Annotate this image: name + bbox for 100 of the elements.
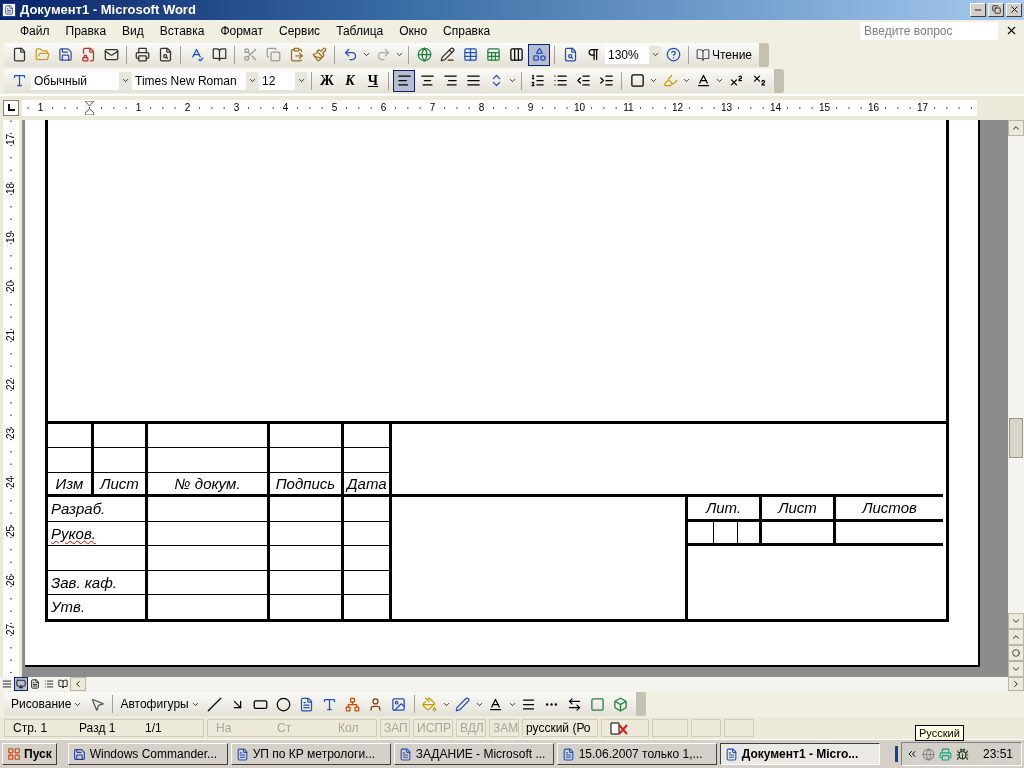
start-button[interactable]: Пуск	[2, 743, 57, 765]
ruler-number: 21	[5, 329, 17, 341]
document-icon	[398, 747, 412, 761]
ruler-number: 9	[526, 101, 535, 113]
font-field[interactable]: Times New Roman	[132, 71, 258, 90]
ruler-number: 17	[5, 133, 17, 145]
ruler-number: 2	[183, 101, 192, 113]
table-header-cell-text: Изм	[54, 474, 85, 492]
ruler-number: 7	[428, 101, 437, 113]
row-label: Руков.	[50, 524, 97, 542]
close-button[interactable]	[1006, 2, 1022, 17]
clock: 23:51	[982, 747, 1013, 761]
table-header-cell-text: Лист	[776, 499, 818, 516]
status-panel	[724, 719, 754, 738]
autoshapes-menu[interactable]: Автофигуры	[117, 693, 203, 716]
taskbar-button[interactable]: Документ1 - Micro...	[719, 743, 880, 765]
menu-item[interactable]: Таблица	[328, 21, 392, 40]
tab-selector-icon[interactable]	[3, 99, 19, 116]
document-icon	[561, 747, 575, 761]
ruler-number: 10	[572, 101, 587, 113]
zoom-field[interactable]: 130%	[605, 45, 661, 64]
italic-button[interactable]: К	[339, 69, 361, 92]
browse-object-icon[interactable]	[1008, 645, 1024, 662]
row-label: Утв.	[50, 598, 87, 615]
menu-item[interactable]: Вид	[114, 21, 152, 40]
table-header-cell-text: Листов	[860, 499, 918, 516]
taskbar-button[interactable]: УП по КР метрологи...	[230, 743, 391, 765]
taskbar-button[interactable]: Windows Commander...	[67, 743, 228, 765]
status-panel	[691, 719, 721, 738]
help-search-field[interactable]: Введите вопрос	[860, 21, 998, 40]
row-label: Зав. каф.	[50, 573, 118, 591]
windows-logo-icon	[7, 747, 21, 761]
align-left-icon[interactable]	[393, 69, 415, 92]
menu-item[interactable]: Справка	[435, 21, 499, 40]
print-layout-icon[interactable]	[28, 677, 42, 692]
close-icon	[1008, 4, 1020, 16]
underline-button[interactable]: Ч	[362, 69, 384, 92]
restore-button[interactable]	[988, 2, 1004, 17]
ruler-number: 1	[134, 101, 143, 113]
tooltip: Русский	[915, 725, 964, 741]
taskbar-button[interactable]: 15.06.2007 только 1,...	[556, 743, 717, 765]
minimize-button[interactable]	[970, 2, 986, 17]
ruler-number: 23	[5, 427, 17, 439]
menu-item[interactable]: Сервис	[271, 21, 329, 40]
ruler-number: 3	[232, 101, 241, 113]
status-text: Разд 1	[79, 721, 117, 736]
ruler-number: 11	[622, 101, 635, 113]
table-header-cell-text: Лит.	[704, 499, 743, 516]
ruler-number: 6	[379, 101, 388, 113]
table-header-cell-text: Подпись	[274, 474, 337, 492]
scroll-thumb[interactable]	[1009, 417, 1023, 458]
drawing-menu[interactable]: Рисование	[8, 693, 86, 716]
status-text: Стр. 1	[13, 721, 49, 736]
ruler-number: 22	[5, 378, 17, 390]
row-label: Разраб.	[50, 500, 107, 517]
taskbar-button[interactable]: ЗАДАНИЕ - Microsoft ...	[393, 743, 554, 765]
web-view-icon[interactable]	[14, 677, 28, 692]
menu-item[interactable]: Вставка	[151, 21, 213, 40]
table-header-cell-text: Лист	[98, 474, 140, 492]
scroll-left-icon[interactable]	[70, 677, 86, 692]
ruler-number: 14	[768, 101, 783, 113]
menu-item[interactable]: Окно	[391, 21, 436, 40]
indent-marker-icon[interactable]	[85, 100, 94, 115]
menu-item[interactable]: Формат	[212, 21, 272, 40]
bold-button[interactable]: Ж	[316, 69, 338, 92]
menu-item[interactable]: Файл	[12, 21, 58, 40]
table-cell	[94, 423, 148, 448]
ruler-number: 17	[915, 101, 930, 113]
style-field[interactable]: Обычный	[31, 71, 131, 90]
ruler-number: 12	[670, 101, 685, 113]
menu-item[interactable]: Правка	[57, 21, 115, 40]
document-icon	[724, 747, 738, 761]
ruler-number: 20	[5, 280, 17, 292]
table-header-cell-text: Дата	[344, 474, 388, 492]
ruler-number: 27	[5, 623, 17, 635]
status-text: Кол	[338, 721, 359, 736]
ruler-number: 1	[36, 101, 45, 113]
window-title: Документ1 - Microsoft Word	[20, 2, 197, 18]
vertical-scrollbar[interactable]	[1008, 119, 1024, 678]
status-panel	[652, 719, 688, 738]
spelling-status-icon[interactable]	[610, 721, 628, 736]
scroll-right-icon[interactable]	[1008, 677, 1024, 692]
bug-icon[interactable]	[955, 747, 969, 761]
ruler-number: 19	[5, 231, 17, 243]
ruler-number: 5	[330, 101, 339, 113]
table-cell	[344, 521, 392, 546]
font-size-field[interactable]: 12	[259, 71, 307, 90]
reading-button[interactable]: Чтение	[693, 43, 756, 66]
table-cell	[344, 545, 392, 571]
ruler-number: 24	[5, 476, 17, 488]
status-text: На	[216, 721, 233, 736]
ruler-number: 16	[866, 101, 881, 113]
restore-icon	[991, 5, 1001, 15]
table-cell	[344, 570, 392, 595]
ruler-number: 26	[5, 574, 17, 586]
ruler-number: 25	[5, 525, 17, 537]
status-text: Ст	[277, 721, 293, 736]
table-cell	[344, 423, 392, 448]
ruler-number: 13	[719, 101, 734, 113]
drawing-icon[interactable]	[528, 43, 550, 66]
